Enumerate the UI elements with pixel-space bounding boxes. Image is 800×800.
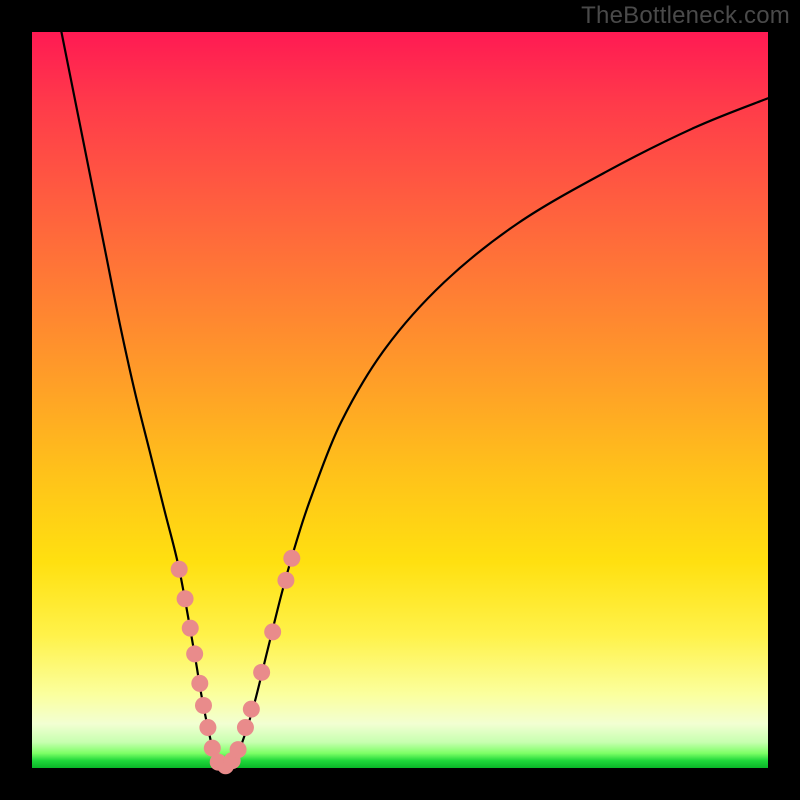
marker-dot [195,697,212,714]
marker-dot [237,719,254,736]
watermark-text: TheBottleneck.com [581,2,790,30]
marker-dot [186,645,203,662]
marker-dot [283,550,300,567]
marker-dot [199,719,216,736]
marker-dot [253,664,270,681]
marker-dot [177,590,194,607]
marker-dot [182,620,199,637]
marker-dot [230,741,247,758]
marker-dots [171,550,301,775]
plot-area [32,32,768,768]
marker-dot [243,701,260,718]
curve-svg [32,32,768,768]
marker-dot [171,561,188,578]
chart-frame: TheBottleneck.com [0,0,800,800]
bottleneck-curve [61,32,768,768]
marker-dot [264,623,281,640]
marker-dot [191,675,208,692]
marker-dot [277,572,294,589]
